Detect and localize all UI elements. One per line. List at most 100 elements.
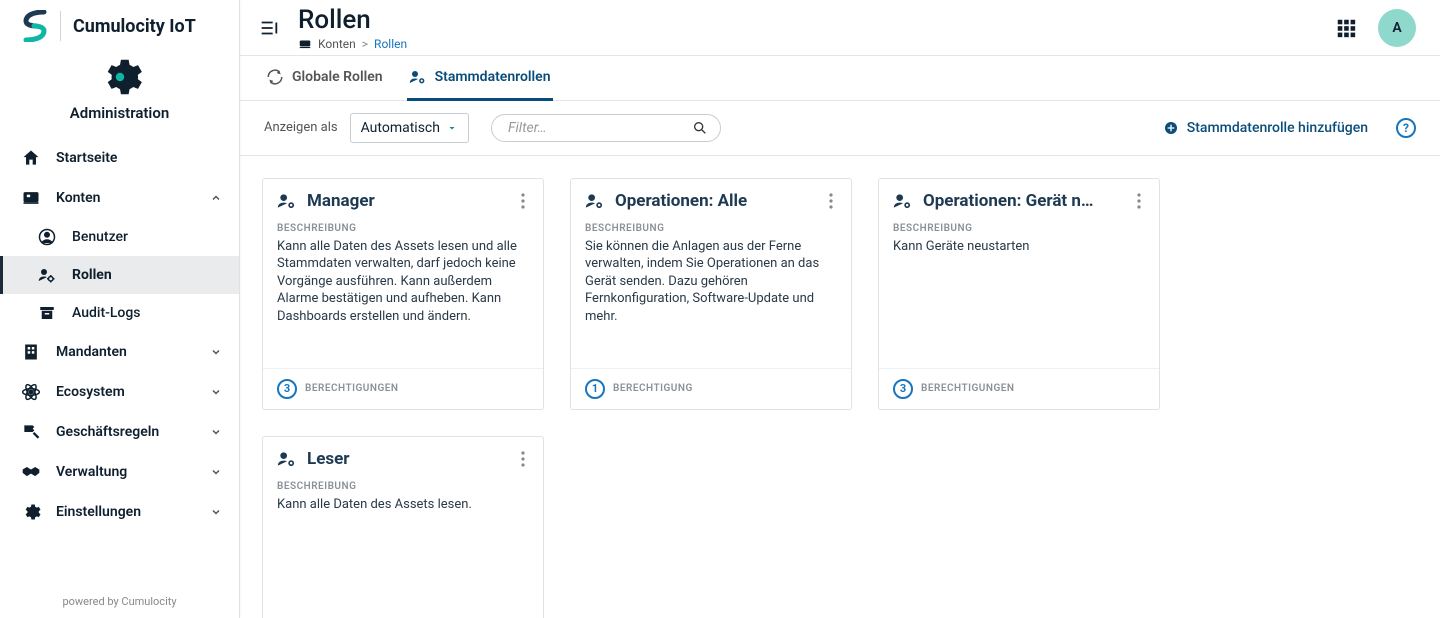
role-card[interactable]: Operationen: Alle BESCHREIBUNG Sie könne… [570,178,852,410]
globe-sync-icon [266,68,284,86]
search-icon[interactable] [692,120,708,136]
card-header: Operationen: Alle [571,179,851,221]
role-icon [277,191,297,211]
building-icon [20,342,42,362]
card-description: Kann alle Daten des Assets lesen und all… [277,238,529,326]
select-value: Automatisch [361,120,440,136]
chevron-down-icon [209,506,223,518]
rules-icon [20,422,42,442]
user-avatar[interactable]: A [1378,9,1416,47]
card-header: Leser [263,437,543,479]
users-cog-icon [409,68,427,86]
chevron-down-icon [209,386,223,398]
breadcrumb-separator: > [362,37,368,51]
sidebar-item-ecosystem[interactable]: Ecosystem [0,372,239,412]
card-menu-button[interactable] [825,191,837,211]
permissions-count-badge: 3 [277,379,297,399]
tab-global-roles[interactable]: Globale Rollen [264,56,385,101]
breadcrumb-root[interactable]: Konten [318,37,356,51]
chevron-up-icon [209,192,223,204]
nav-label: Startseite [56,150,223,166]
breadcrumb-current[interactable]: Rollen [374,37,407,51]
card-menu-button[interactable] [517,449,529,469]
filter-search[interactable] [491,114,721,142]
card-title: Operationen: Gerät n… [923,191,1123,211]
app-switcher-button[interactable] [1332,14,1360,42]
filter-input[interactable] [508,120,692,136]
sidebar-item-verwaltung[interactable]: Verwaltung [0,452,239,492]
description-label: BESCHREIBUNG [277,481,529,492]
card-description: Kann Geräte neustarten [893,238,1145,256]
add-inventory-role-button[interactable]: Stammdatenrolle hinzufügen [1163,120,1368,136]
sidebar-subitem-benutzer[interactable]: Benutzer [0,218,239,256]
tabs: Globale Rollen Stammdatenrollen [240,55,1440,101]
card-menu-button[interactable] [1133,191,1145,211]
tab-inventory-roles[interactable]: Stammdatenrollen [407,56,553,101]
caret-down-icon [446,122,458,134]
sidebar-item-einstellungen[interactable]: Einstellungen [0,492,239,532]
card-body: BESCHREIBUNG Kann Geräte neustarten [879,221,1159,368]
role-cards: Manager BESCHREIBUNG Kann alle Daten des… [262,178,1418,618]
home-icon [20,148,42,168]
card-permissions[interactable]: 3 BERECHTIGUNGEN [263,368,543,409]
permissions-count-badge: 1 [585,379,605,399]
card-header: Operationen: Gerät n… [879,179,1159,221]
chevron-down-icon [209,426,223,438]
toolbar: Anzeigen als Automatisch Stammdatenrolle… [240,101,1440,156]
atom-icon [20,382,42,402]
permissions-label: BERECHTIGUNGEN [921,383,1014,394]
nav-label: Mandanten [56,344,195,360]
sidebar-subitem-audit-logs[interactable]: Audit-Logs [0,294,239,332]
gear-icon [20,502,42,522]
gear-large-icon [97,54,143,100]
sidebar-item-mandanten[interactable]: Mandanten [0,332,239,372]
nav-label: Audit-Logs [72,305,141,321]
module-indicator: Administration [0,48,239,134]
card-menu-button[interactable] [517,191,529,211]
accounts-icon [20,188,42,208]
tab-label: Globale Rollen [292,69,383,85]
nav-label: Ecosystem [56,384,195,400]
role-card[interactable]: Leser BESCHREIBUNG Kann alle Daten des A… [262,436,544,618]
page-title: Rollen [298,6,1318,35]
sidebar-item-konten[interactable]: Konten [0,178,239,218]
users-cog-icon [36,266,58,284]
card-title: Leser [307,449,507,469]
nav-label: Einstellungen [56,504,195,520]
role-card[interactable]: Manager BESCHREIBUNG Kann alle Daten des… [262,178,544,410]
card-title: Manager [307,191,507,211]
sidebar-item-geschaeftsregeln[interactable]: Geschäftsregeln [0,412,239,452]
sidebar: Cumulocity IoT Administration Startseite [0,0,240,618]
display-as-select[interactable]: Automatisch [350,113,469,143]
display-as-label: Anzeigen als [264,120,338,135]
plus-circle-icon [1163,120,1179,136]
chevron-down-icon [209,466,223,478]
card-body: BESCHREIBUNG Sie können die Anlagen aus … [571,221,851,368]
role-icon [893,191,913,211]
user-circle-icon [36,228,58,246]
sidebar-subitem-rollen[interactable]: Rollen [0,256,239,294]
handshake-icon [20,462,42,482]
breadcrumb: Konten > Rollen [298,37,1318,51]
brand: Cumulocity IoT [0,0,239,48]
module-label: Administration [70,104,169,122]
nav: Startseite Konten Benutzer [0,134,239,589]
topbar-right: A [1332,9,1416,47]
permissions-label: BERECHTIGUNGEN [305,383,398,394]
card-permissions[interactable]: 1 BERECHTIGUNG [571,368,851,409]
description-label: BESCHREIBUNG [893,223,1145,234]
nav-label: Rollen [72,267,112,283]
nav-label: Verwaltung [56,464,195,480]
sidebar-item-startseite[interactable]: Startseite [0,138,239,178]
brand-logo-icon [22,10,48,42]
sidebar-collapse-button[interactable] [254,13,284,43]
permissions-count-badge: 3 [893,379,913,399]
description-label: BESCHREIBUNG [585,223,837,234]
card-permissions[interactable]: 3 BERECHTIGUNGEN [879,368,1159,409]
nav-label: Benutzer [72,229,128,245]
card-title: Operationen: Alle [615,191,815,211]
role-card[interactable]: Operationen: Gerät n… BESCHREIBUNG Kann … [878,178,1160,410]
page-title-block: Rollen Konten > Rollen [298,6,1318,51]
help-icon[interactable]: ? [1396,118,1416,138]
tab-label: Stammdatenrollen [435,69,551,85]
